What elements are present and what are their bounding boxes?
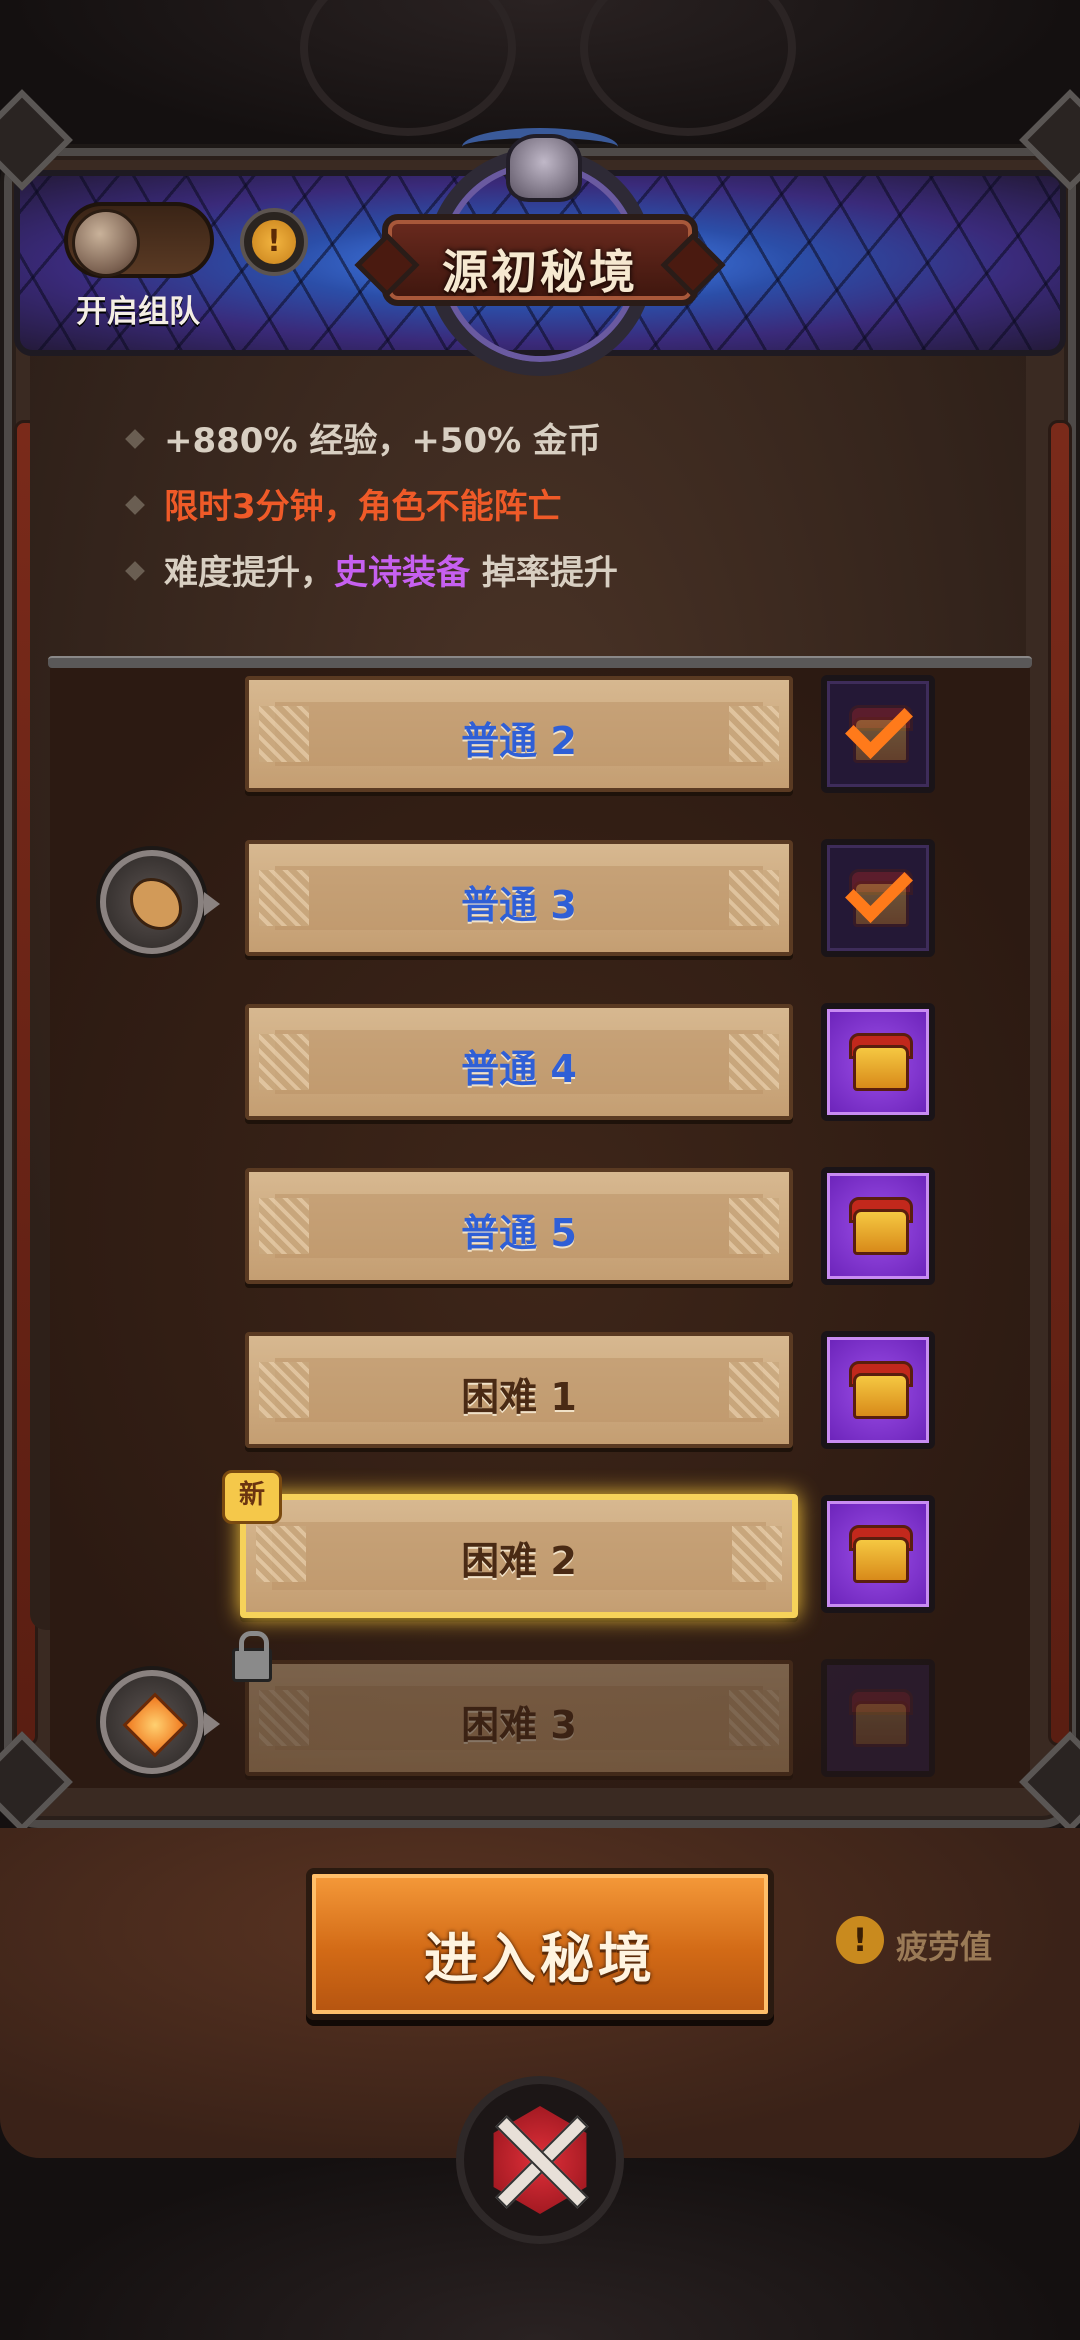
level-normal-4[interactable]: 普通 4 bbox=[245, 1004, 793, 1120]
diamond-bullet-icon bbox=[125, 561, 145, 581]
info-line-difficulty: 难度提升，史诗装备 掉率提升 bbox=[125, 540, 618, 606]
close-button[interactable] bbox=[456, 2076, 624, 2244]
level-hard-2[interactable]: 困难 2 bbox=[240, 1494, 798, 1618]
treasure-chest-icon[interactable] bbox=[821, 1003, 935, 1121]
treasure-chest-icon[interactable] bbox=[821, 1495, 935, 1613]
exclamation-circle-icon: ! bbox=[252, 220, 296, 264]
info-line-rules: 限时3分钟，角色不能阵亡 bbox=[125, 474, 618, 540]
current-progress-marker bbox=[100, 850, 220, 954]
level-label: 普通 3 bbox=[461, 883, 577, 927]
level-normal-2[interactable]: 普通 2 bbox=[245, 676, 793, 792]
new-badge: 新 bbox=[222, 1470, 282, 1524]
diamond-bullet-icon bbox=[125, 429, 145, 449]
level-label: 困难 3 bbox=[461, 1703, 577, 1747]
page-title: 源初秘境 bbox=[442, 245, 638, 299]
level-normal-5[interactable]: 普通 5 bbox=[245, 1168, 793, 1284]
skull-icon bbox=[506, 134, 582, 202]
level-label: 困难 2 bbox=[461, 1539, 577, 1583]
level-hard-3[interactable]: 困难 3 bbox=[245, 1660, 793, 1776]
team-toggle-label: 开启组队 bbox=[76, 294, 200, 330]
chest-claimed-icon[interactable] bbox=[821, 675, 935, 793]
diamond-bullet-icon bbox=[125, 495, 145, 515]
team-toggle[interactable] bbox=[64, 202, 214, 278]
wolf-icon bbox=[130, 878, 182, 930]
treasure-chest-icon[interactable] bbox=[821, 1331, 935, 1449]
right-rail bbox=[1048, 420, 1072, 1746]
epic-gear-text: 史诗装备 bbox=[334, 553, 470, 593]
divider bbox=[48, 656, 1032, 668]
dungeon-info: +880% 经验，+50% 金币 限时3分钟，角色不能阵亡 难度提升，史诗装备 … bbox=[125, 408, 618, 606]
gem-icon bbox=[122, 1692, 188, 1758]
toggle-knob bbox=[72, 209, 140, 277]
level-label: 普通 5 bbox=[461, 1211, 577, 1255]
treasure-chest-icon[interactable] bbox=[821, 1167, 935, 1285]
level-label: 困难 1 bbox=[461, 1375, 577, 1419]
title-plate: 源初秘境 bbox=[382, 214, 698, 306]
lock-icon bbox=[232, 1631, 272, 1682]
enter-dungeon-button[interactable]: 进入秘境 bbox=[306, 1868, 774, 2020]
info-line-rewards: +880% 经验，+50% 金币 bbox=[125, 408, 618, 474]
chest-claimed-icon[interactable] bbox=[821, 839, 935, 957]
exclamation-circle-icon: ! bbox=[836, 1916, 884, 1964]
level-normal-3[interactable]: 普通 3 bbox=[245, 840, 793, 956]
next-unlock-marker bbox=[100, 1670, 220, 1774]
level-label: 普通 2 bbox=[461, 719, 577, 763]
treasure-chest-locked-icon[interactable] bbox=[821, 1659, 935, 1777]
level-hard-1[interactable]: 困难 1 bbox=[245, 1332, 793, 1448]
fatigue-label: 疲劳值 bbox=[896, 1928, 993, 1966]
info-button[interactable]: ! bbox=[240, 208, 308, 276]
level-label: 普通 4 bbox=[461, 1047, 577, 1091]
